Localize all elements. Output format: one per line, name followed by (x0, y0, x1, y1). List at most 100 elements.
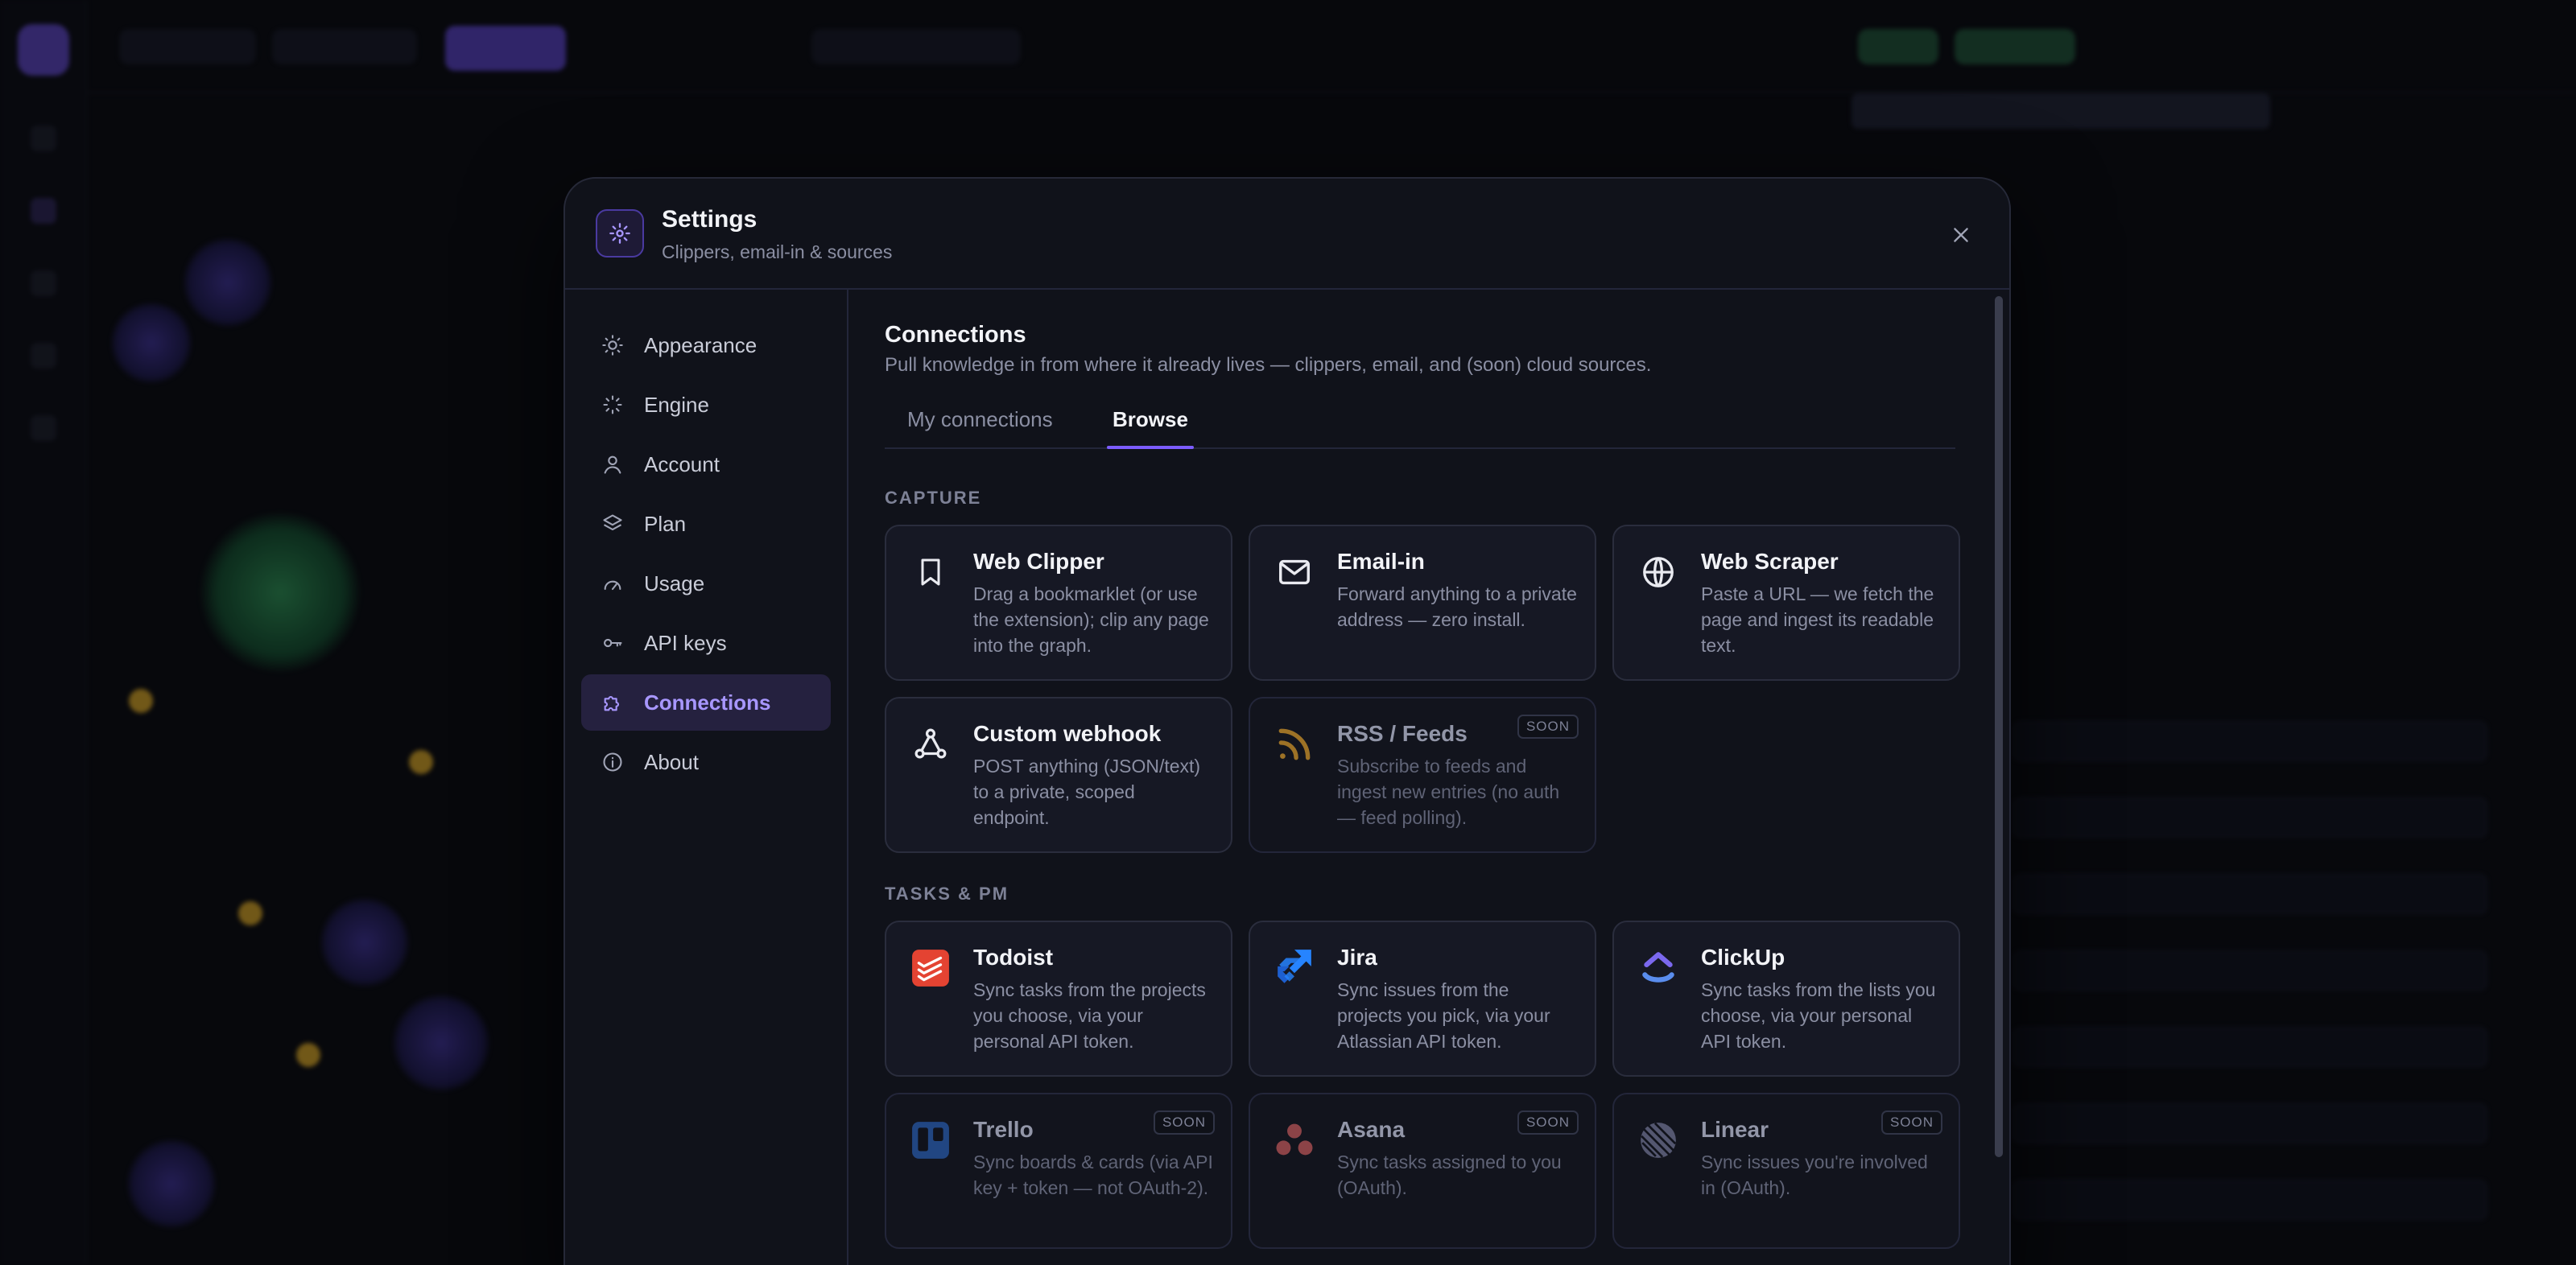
sidebar-item-label: Appearance (644, 332, 758, 357)
page-title: Connections (885, 322, 1026, 348)
connections-panel: Connections Pull knowledge in from where… (848, 290, 2009, 1265)
background-row (2013, 1103, 2487, 1143)
card-title: Linear (1701, 1117, 1769, 1142)
connection-card-linear[interactable]: Linear Sync issues you're involved in (O… (1612, 1093, 1960, 1249)
settings-gear-icon (596, 209, 644, 258)
content-scrollbar[interactable] (1995, 296, 2003, 1157)
card-description: Sync tasks assigned to you (OAuth). (1337, 1152, 1562, 1198)
sidebar-item-about[interactable]: About (581, 734, 831, 790)
bookmark-icon (910, 552, 951, 592)
background-logo (18, 24, 69, 76)
graph-node (409, 750, 433, 774)
sidebar-item-usage[interactable]: Usage (581, 555, 831, 612)
linear-icon (1638, 1120, 1678, 1160)
card-title: ClickUp (1701, 945, 1785, 970)
sidebar-item-api-keys[interactable]: API keys (581, 615, 831, 671)
sidebar-item-account[interactable]: Account (581, 436, 831, 492)
card-description: Sync boards & cards (via API key + token… (973, 1152, 1213, 1198)
background-chip (119, 29, 256, 64)
soon-badge: SOON (1153, 1110, 1215, 1135)
asana-icon (1274, 1120, 1315, 1160)
graph-node (111, 303, 192, 383)
graph-node (129, 689, 153, 713)
soon-badge: SOON (1880, 1110, 1942, 1135)
close-icon (1954, 228, 1968, 242)
card-description: Sync tasks from the projects you choose,… (973, 979, 1206, 1052)
graph-node (184, 238, 272, 327)
connection-card-custom-webhook[interactable]: Custom webhook POST anything (JSON/text)… (885, 697, 1232, 853)
sidebar-item-plan[interactable]: Plan (581, 496, 831, 552)
graph-node (127, 1139, 216, 1228)
card-description: Sync issues you're involved in (OAuth). (1701, 1152, 1928, 1198)
puzzle-icon (601, 690, 625, 715)
settings-modal: Settings Clippers, email-in & sources Ap… (564, 177, 2011, 1265)
background-rail-item (31, 343, 56, 369)
connection-card-rss-feeds[interactable]: RSS / Feeds Subscribe to feeds and inges… (1249, 697, 1596, 853)
background-rail-item (31, 126, 56, 151)
loader-icon (601, 393, 625, 417)
clickup-icon (1638, 948, 1678, 988)
sidebar-item-connections[interactable]: Connections (581, 674, 831, 731)
sidebar-item-engine[interactable]: Engine (581, 377, 831, 433)
background-chip (1955, 29, 2075, 64)
user-icon (601, 452, 625, 476)
sidebar-item-label: Connections (644, 690, 771, 715)
sidebar-item-label: API keys (644, 630, 727, 655)
background-chip (1858, 29, 1938, 64)
sidebar-item-label: Account (644, 451, 720, 476)
card-description: POST anything (JSON/text) to a private, … (973, 756, 1201, 828)
background-row (2013, 950, 2487, 991)
card-description: Sync tasks from the lists you choose, vi… (1701, 979, 1936, 1052)
background-topbar (87, 0, 2576, 93)
connection-card-web-clipper[interactable]: Web Clipper Drag a bookmarklet (or use t… (885, 525, 1232, 681)
card-title: Custom webhook (973, 721, 1162, 746)
gauge-icon (601, 571, 625, 595)
tab-browse[interactable]: Browse (1113, 407, 1188, 432)
tab-my-connections[interactable]: My connections (907, 407, 1053, 432)
card-title: Jira (1337, 945, 1377, 970)
key-icon (601, 631, 625, 655)
webhook-icon (910, 724, 951, 764)
globe-icon (1638, 552, 1678, 592)
background-title (1852, 93, 2270, 129)
page-subtitle: Pull knowledge in from where it already … (885, 354, 1652, 376)
connection-card-clickup[interactable]: ClickUp Sync tasks from the lists you ch… (1612, 921, 1960, 1077)
connection-card-jira[interactable]: Jira Sync issues from the projects you p… (1249, 921, 1596, 1077)
connection-card-trello[interactable]: Trello Sync boards & cards (via API key … (885, 1093, 1232, 1249)
card-title: Web Clipper (973, 549, 1104, 574)
graph-node (320, 898, 409, 987)
graph-node (393, 995, 489, 1091)
layers-icon (601, 512, 625, 536)
card-description: Sync issues from the projects you pick, … (1337, 979, 1550, 1052)
card-title: RSS / Feeds (1337, 721, 1468, 746)
background-rail-item (31, 270, 56, 296)
graph-node (200, 512, 361, 673)
active-tab-indicator (1107, 446, 1194, 449)
sidebar-item-label: Plan (644, 511, 687, 536)
background-row (2013, 1180, 2487, 1220)
connections-tabs: My connections Browse (885, 391, 1955, 449)
background-rail-item (31, 198, 56, 224)
background-chip (445, 26, 566, 71)
connection-card-web-scraper[interactable]: Web Scraper Paste a URL — we fetch the p… (1612, 525, 1960, 681)
card-description: Drag a bookmarklet (or use the extension… (973, 583, 1209, 656)
connection-card-todoist[interactable]: Todoist Sync tasks from the projects you… (885, 921, 1232, 1077)
background-rail-item (31, 415, 56, 441)
card-description: Paste a URL — we fetch the page and inge… (1701, 583, 1934, 656)
modal-subtitle: Clippers, email-in & sources (662, 241, 893, 262)
settings-sidebar: Appearance Engine Account Plan Usage API… (565, 290, 848, 1265)
background-chip (272, 29, 417, 64)
background-row (2013, 874, 2487, 914)
background-row (2013, 721, 2487, 761)
card-title: Todoist (973, 945, 1054, 970)
connection-card-asana[interactable]: Asana Sync tasks assigned to you (OAuth)… (1249, 1093, 1596, 1249)
section-label-tasks-pm: TASKS & PM (885, 884, 1009, 904)
sidebar-item-appearance[interactable]: Appearance (581, 317, 831, 373)
background-row (2013, 1027, 2487, 1067)
todoist-icon (910, 948, 951, 988)
card-description: Subscribe to feeds and ingest new entrie… (1337, 756, 1560, 828)
connection-card-email-in[interactable]: Email-in Forward anything to a private a… (1249, 525, 1596, 681)
close-button[interactable] (1945, 219, 1977, 251)
section-label-capture: CAPTURE (885, 488, 982, 508)
modal-title: Settings (662, 206, 758, 233)
